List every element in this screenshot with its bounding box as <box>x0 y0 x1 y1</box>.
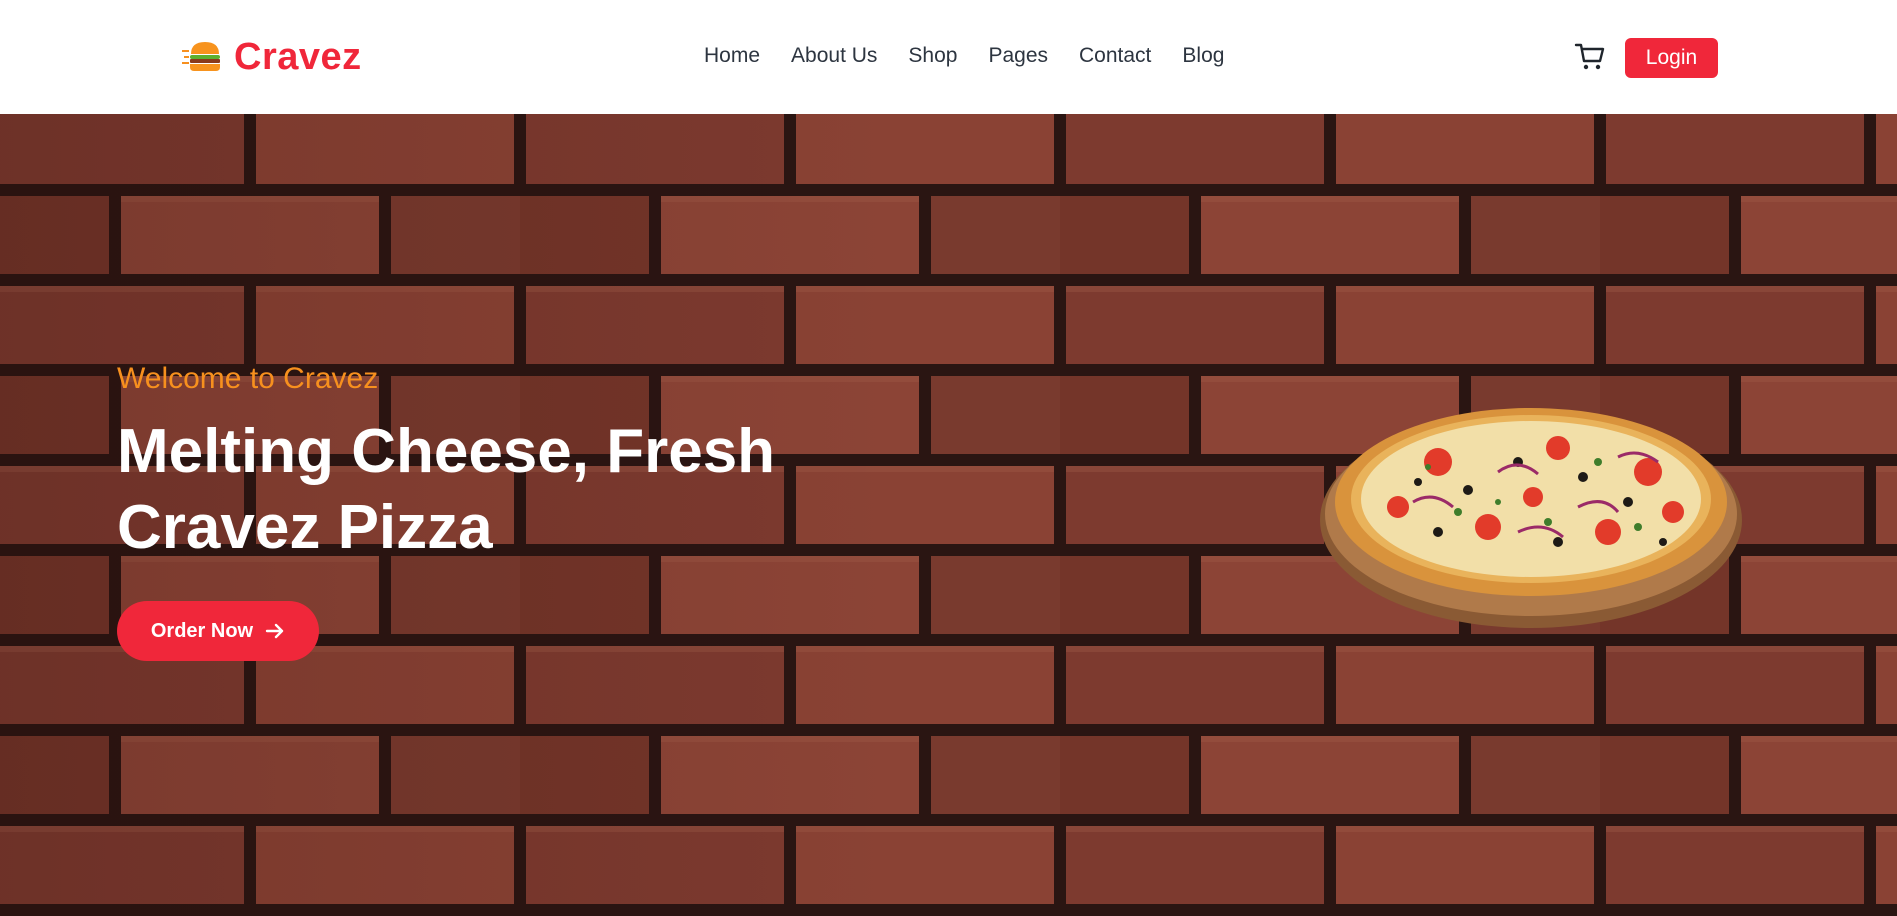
nav-contact[interactable]: Contact <box>1079 44 1151 68</box>
hero-section: Welcome to Cravez Melting Cheese, Fresh … <box>0 114 1897 916</box>
arrow-right-icon <box>265 623 284 639</box>
nav-blog[interactable]: Blog <box>1182 44 1224 68</box>
nav-shop[interactable]: Shop <box>908 44 957 68</box>
burger-icon <box>182 42 220 71</box>
nav-pages[interactable]: Pages <box>988 44 1048 68</box>
login-button[interactable]: Login <box>1625 38 1718 78</box>
order-now-label: Order Now <box>150 619 254 642</box>
cart-icon[interactable] <box>1574 40 1606 72</box>
brand-name: Cravez <box>234 35 362 78</box>
order-now-button[interactable]: Order Now <box>117 601 319 661</box>
pizza-image <box>1320 408 1742 628</box>
hero-headline: Melting Cheese, Fresh Cravez Pizza <box>117 417 776 562</box>
logo[interactable]: Cravez <box>182 36 362 78</box>
nav-home[interactable]: Home <box>704 44 760 68</box>
site-header: Cravez Home About Us Shop Pages Contact … <box>0 0 1897 114</box>
hero-eyebrow: Welcome to Cravez <box>117 362 379 395</box>
nav-about-us[interactable]: About Us <box>791 44 877 68</box>
main-nav: Home About Us Shop Pages Contact Blog <box>704 44 1224 68</box>
